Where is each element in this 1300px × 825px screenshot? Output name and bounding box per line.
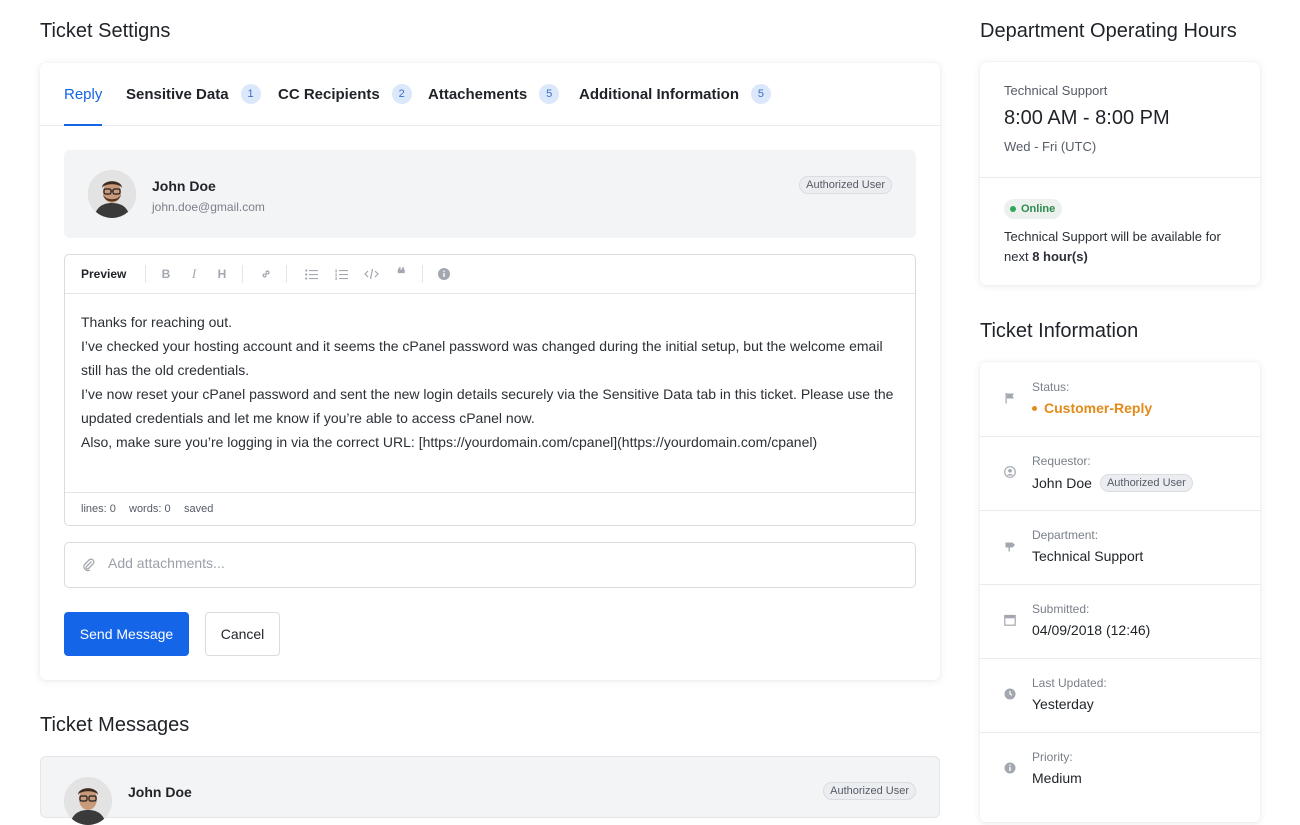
- editor-line: Also, make sure you’re logging in via th…: [81, 434, 818, 450]
- tab-additional-information[interactable]: Additional Information 5: [579, 63, 771, 125]
- requestor-label: Requestor:: [1032, 454, 1091, 468]
- online-label: Online: [1021, 203, 1056, 215]
- message-author-name: John Doe: [128, 784, 192, 800]
- editor-content[interactable]: Thanks for reaching out. I’ve checked yo…: [81, 310, 901, 454]
- toolbar-divider: [242, 265, 243, 283]
- reply-user-box: John Doe john.doe@gmail.com Authorized U…: [64, 150, 916, 238]
- authorized-user-badge: Authorized User: [799, 176, 892, 194]
- italic-icon[interactable]: I: [184, 264, 204, 284]
- attachments-field[interactable]: [64, 542, 916, 588]
- toolbar-divider: [286, 265, 287, 283]
- user-email: john.doe@gmail.com: [152, 200, 265, 214]
- message-item: John Doe Authorized User: [40, 756, 940, 825]
- tab-bar: Reply Sensitive Data 1 CC Recipients 2 A…: [40, 63, 940, 126]
- tab-count-badge: 1: [240, 84, 261, 104]
- requestor-value: John Doe Authorized User: [1032, 474, 1193, 492]
- ticket-messages-title: Ticket Messages: [40, 714, 190, 736]
- word-count: words: 0: [129, 503, 171, 515]
- submitted-value: 04/09/2018 (12:46): [1032, 622, 1151, 638]
- tab-count-badge: 5: [539, 84, 560, 104]
- info-row-department: Department: Technical Support: [980, 510, 1260, 585]
- tab-attachments[interactable]: Attachements 5: [428, 63, 560, 125]
- info-row-requestor: Requestor: John Doe Authorized User: [980, 436, 1260, 511]
- heading-icon[interactable]: H: [212, 264, 232, 284]
- user-name: John Doe: [152, 178, 216, 194]
- priority-value: Medium: [1032, 770, 1082, 786]
- tab-cc-recipients[interactable]: CC Recipients 2: [278, 63, 412, 125]
- priority-label: Priority:: [1032, 750, 1073, 764]
- department-label: Department:: [1032, 528, 1099, 542]
- tab-attachments-label: Attachements: [428, 85, 528, 103]
- editor-statusbar: lines: 0 words: 0 saved: [65, 492, 915, 525]
- cancel-button[interactable]: Cancel: [205, 612, 280, 656]
- info-row-last-updated: Last Updated: Yesterday: [980, 658, 1260, 733]
- info-circle-icon: [1004, 762, 1016, 774]
- department-value: Technical Support: [1032, 548, 1144, 564]
- ticket-information-card: Status: Customer-Reply Requestor: John D…: [980, 362, 1260, 822]
- info-icon[interactable]: [434, 264, 454, 284]
- requestor-name: John Doe: [1032, 475, 1092, 491]
- user-circle-icon: [1004, 466, 1016, 478]
- authorized-user-badge: Authorized User: [823, 782, 916, 800]
- toolbar-divider: [422, 265, 423, 283]
- tab-sensitive-data[interactable]: Sensitive Data 1: [126, 63, 261, 125]
- numbered-list-icon[interactable]: [331, 264, 351, 284]
- tab-count-badge: 2: [391, 84, 412, 104]
- operating-days: Wed - Fri (UTC): [1004, 139, 1097, 154]
- editor-line: I’ve now reset your cPanel password and …: [81, 386, 894, 426]
- online-dot-icon: [1010, 206, 1016, 212]
- info-row-status: Status: Customer-Reply: [980, 362, 1260, 437]
- tab-reply[interactable]: Reply: [64, 63, 103, 126]
- info-row-priority: Priority: Medium: [980, 732, 1260, 806]
- tab-count-badge: 5: [750, 84, 771, 104]
- ticket-settings-title: Ticket Settigns: [40, 20, 171, 42]
- divider: [980, 177, 1260, 178]
- online-status-badge: Online: [1004, 199, 1063, 219]
- avatar: [64, 777, 112, 825]
- authorized-user-badge: Authorized User: [1099, 474, 1193, 492]
- operating-hours: 8:00 AM - 8:00 PM: [1004, 107, 1170, 129]
- tab-cc-recipients-label: CC Recipients: [278, 85, 380, 103]
- availability-hours: 8 hour(s): [1032, 249, 1088, 264]
- editor-line: Thanks for reaching out.: [81, 314, 232, 330]
- department-name: Technical Support: [1004, 83, 1108, 98]
- ticket-information-title: Ticket Information: [980, 320, 1139, 342]
- last-updated-label: Last Updated:: [1032, 676, 1107, 690]
- preview-toggle[interactable]: Preview: [81, 267, 126, 281]
- quote-icon[interactable]: ❝: [391, 264, 411, 284]
- submitted-label: Submitted:: [1032, 602, 1090, 616]
- toolbar-divider: [145, 265, 146, 283]
- send-message-button[interactable]: Send Message: [64, 612, 189, 656]
- tab-sensitive-data-label: Sensitive Data: [126, 85, 229, 103]
- clock-icon: [1004, 688, 1016, 700]
- code-icon[interactable]: [361, 264, 381, 284]
- department-hours-card: Technical Support 8:00 AM - 8:00 PM Wed …: [980, 62, 1260, 285]
- avatar: [88, 170, 136, 218]
- status-value: Customer-Reply: [1032, 400, 1152, 416]
- availability-text: Technical Support will be available for …: [1004, 227, 1240, 267]
- line-count: lines: 0: [81, 503, 116, 515]
- tab-reply-label: Reply: [64, 85, 103, 103]
- attachments-input[interactable]: [108, 555, 888, 571]
- bullet-list-icon[interactable]: [301, 264, 321, 284]
- link-icon[interactable]: [256, 264, 276, 284]
- status-text: Customer-Reply: [1044, 400, 1153, 416]
- editor-toolbar: Preview B I H ❝: [65, 255, 915, 294]
- paperclip-icon: [83, 558, 95, 572]
- markdown-editor[interactable]: Preview B I H ❝ Thanks for reaching out.…: [64, 254, 916, 526]
- info-row-submitted: Submitted: 04/09/2018 (12:46): [980, 584, 1260, 659]
- calendar-icon: [1004, 614, 1016, 626]
- status-label: Status:: [1032, 380, 1070, 394]
- bold-icon[interactable]: B: [156, 264, 176, 284]
- signpost-icon: [1005, 542, 1015, 552]
- ticket-settings-card: Reply Sensitive Data 1 CC Recipients 2 A…: [40, 63, 940, 680]
- status-dot-icon: [1032, 405, 1037, 411]
- department-hours-title: Department Operating Hours: [980, 20, 1237, 42]
- save-status: saved: [184, 503, 214, 515]
- editor-line: I’ve checked your hosting account and it…: [81, 338, 883, 378]
- flag-icon: [1005, 393, 1014, 404]
- tab-additional-information-label: Additional Information: [579, 85, 739, 103]
- last-updated-value: Yesterday: [1032, 696, 1094, 712]
